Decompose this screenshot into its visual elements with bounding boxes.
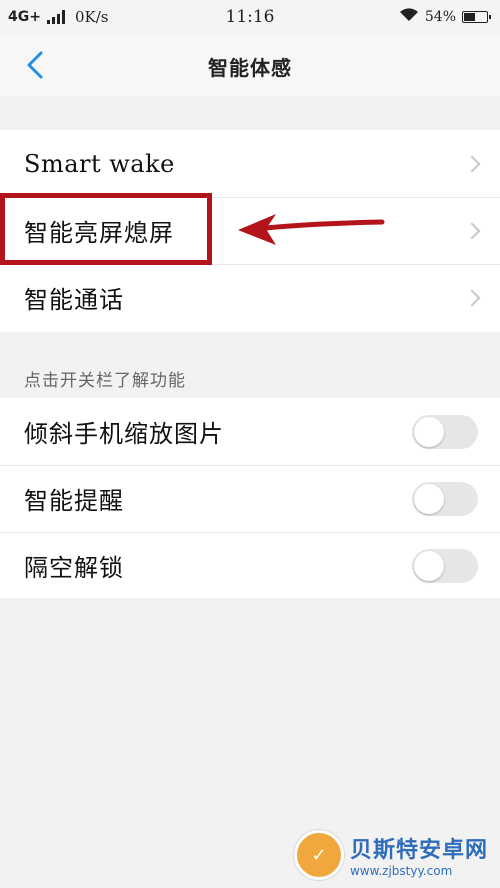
chevron-right-icon: [463, 289, 481, 306]
row-smart-call[interactable]: 智能通话: [0, 264, 500, 331]
settings-group-navigation: Smart wake 智能亮屏熄屏 智能通话: [0, 130, 500, 332]
row-label: 智能通话: [24, 286, 124, 314]
watermark-url: www.zjbstyy.com: [349, 864, 453, 878]
page-title: 智能体感: [208, 56, 292, 80]
watermark-logo-icon: ✓: [293, 830, 344, 880]
row-air-unlock: 隔空解锁: [0, 532, 500, 599]
air-unlock-toggle[interactable]: [412, 548, 478, 583]
row-smart-wake[interactable]: Smart wake: [0, 130, 500, 197]
row-smart-screen-on-off[interactable]: 智能亮屏熄屏: [0, 197, 500, 264]
header: 智能体感: [0, 34, 500, 96]
chevron-right-icon: [463, 222, 481, 239]
toggle-knob: [414, 483, 444, 514]
chevron-right-icon: [463, 155, 481, 172]
status-right: 54%: [399, 8, 491, 26]
status-bar: 4G+ 0K/s 11:16 54%: [0, 0, 500, 34]
row-label: 智能亮屏熄屏: [24, 219, 174, 247]
watermark-name: 贝斯特安卓网: [349, 838, 488, 863]
battery-icon: [462, 11, 491, 23]
smart-reminder-toggle[interactable]: [412, 481, 478, 516]
watermark: ✓ 贝斯特安卓网 www.zjbstyy.com: [293, 830, 488, 880]
row-label: 隔空解锁: [24, 554, 124, 582]
row-smart-reminder: 智能提醒: [0, 465, 500, 532]
settings-group-toggles: 倾斜手机缩放图片 智能提醒 隔空解锁: [0, 398, 500, 598]
row-label: 智能提醒: [24, 487, 124, 515]
wifi-icon: [399, 8, 419, 26]
battery-percent: 54%: [424, 9, 456, 25]
row-label: 倾斜手机缩放图片: [24, 420, 224, 448]
toggle-knob: [414, 416, 444, 447]
toggle-knob: [414, 550, 444, 581]
row-tilt-zoom: 倾斜手机缩放图片: [0, 398, 500, 465]
section-caption: 点击开关栏了解功能: [24, 371, 186, 391]
watermark-text: 贝斯特安卓网 www.zjbstyy.com: [350, 832, 488, 878]
row-label: Smart wake: [24, 149, 175, 178]
tilt-zoom-toggle[interactable]: [412, 414, 478, 449]
